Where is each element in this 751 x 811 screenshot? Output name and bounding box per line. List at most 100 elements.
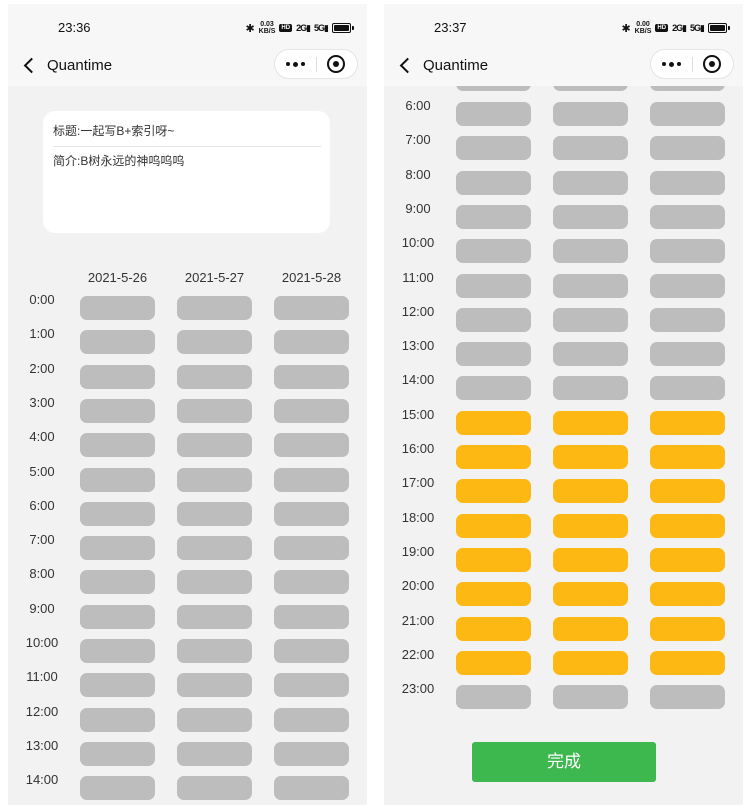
time-slot[interactable] <box>553 376 628 401</box>
time-slot[interactable] <box>274 570 349 595</box>
time-slot[interactable] <box>650 616 725 641</box>
time-slot[interactable] <box>456 136 531 161</box>
target-close-icon[interactable] <box>703 55 721 73</box>
time-slot[interactable] <box>650 204 725 229</box>
time-slot[interactable] <box>456 273 531 298</box>
time-slot[interactable] <box>177 433 252 458</box>
time-slot[interactable] <box>553 547 628 572</box>
time-slot[interactable] <box>80 741 155 766</box>
time-slot[interactable] <box>553 479 628 504</box>
time-slot[interactable] <box>553 136 628 161</box>
time-slot[interactable] <box>456 479 531 504</box>
time-slot[interactable] <box>553 170 628 195</box>
time-slot[interactable] <box>456 650 531 675</box>
time-slot[interactable] <box>456 342 531 367</box>
time-slot[interactable] <box>80 707 155 732</box>
time-slot[interactable] <box>650 445 725 469</box>
time-slot[interactable] <box>177 501 252 526</box>
time-slot[interactable] <box>274 501 349 526</box>
time-slot[interactable] <box>650 170 725 195</box>
time-slot[interactable] <box>456 513 531 538</box>
time-slot[interactable] <box>177 364 252 389</box>
time-slot[interactable] <box>650 410 725 435</box>
time-slot[interactable] <box>650 582 725 607</box>
time-slot[interactable] <box>553 445 628 469</box>
time-slot[interactable] <box>553 650 628 675</box>
time-slot[interactable] <box>456 547 531 572</box>
time-slot[interactable] <box>456 376 531 401</box>
time-slot[interactable] <box>553 307 628 332</box>
time-slot[interactable] <box>650 547 725 572</box>
done-button[interactable]: 完成 <box>472 742 656 782</box>
time-slot[interactable] <box>650 685 725 710</box>
time-slot[interactable] <box>177 776 252 801</box>
more-dots-icon[interactable] <box>651 50 692 78</box>
time-slot[interactable] <box>553 685 628 710</box>
time-slot[interactable] <box>553 616 628 641</box>
time-slot[interactable] <box>456 102 531 126</box>
time-slot[interactable] <box>80 467 155 492</box>
time-slot[interactable] <box>456 307 531 332</box>
time-slot[interactable] <box>553 204 628 229</box>
time-slot[interactable] <box>650 479 725 504</box>
time-slot[interactable] <box>274 296 349 320</box>
time-slot[interactable] <box>80 398 155 423</box>
time-slot[interactable] <box>177 570 252 595</box>
time-slot[interactable] <box>456 445 531 469</box>
time-slot[interactable] <box>80 536 155 561</box>
time-slot[interactable] <box>553 273 628 298</box>
chevron-left-icon[interactable] <box>20 53 42 77</box>
time-slot[interactable] <box>650 376 725 401</box>
time-slot[interactable] <box>650 342 725 367</box>
chevron-left-icon[interactable] <box>396 53 418 77</box>
time-slot[interactable] <box>80 639 155 663</box>
time-slot[interactable] <box>274 639 349 663</box>
time-slot[interactable] <box>553 102 628 126</box>
time-slot[interactable] <box>553 410 628 435</box>
time-slot[interactable] <box>274 433 349 458</box>
time-slot[interactable] <box>553 342 628 367</box>
time-slot[interactable] <box>274 741 349 766</box>
time-slot[interactable] <box>80 570 155 595</box>
time-slot[interactable] <box>650 102 725 126</box>
time-slot[interactable] <box>274 364 349 389</box>
time-slot[interactable] <box>274 398 349 423</box>
time-slot[interactable] <box>456 616 531 641</box>
time-slot[interactable] <box>650 239 725 264</box>
time-slot[interactable] <box>650 307 725 332</box>
time-slot[interactable] <box>177 639 252 663</box>
time-slot[interactable] <box>80 296 155 320</box>
time-slot[interactable] <box>456 582 531 607</box>
time-slot[interactable] <box>177 673 252 698</box>
time-slot[interactable] <box>177 398 252 423</box>
time-slot[interactable] <box>80 673 155 698</box>
time-slot[interactable] <box>456 239 531 264</box>
time-slot[interactable] <box>650 650 725 675</box>
time-slot[interactable] <box>80 604 155 629</box>
time-slot[interactable] <box>177 296 252 320</box>
time-slot[interactable] <box>456 410 531 435</box>
time-slot[interactable] <box>456 170 531 195</box>
time-slot[interactable] <box>80 330 155 355</box>
time-slot[interactable] <box>650 513 725 538</box>
time-slot[interactable] <box>553 513 628 538</box>
time-slot[interactable] <box>650 273 725 298</box>
time-slot[interactable] <box>456 685 531 710</box>
target-close-icon[interactable] <box>327 55 345 73</box>
time-slot[interactable] <box>274 707 349 732</box>
time-slot[interactable] <box>456 204 531 229</box>
time-slot[interactable] <box>650 136 725 161</box>
time-slot[interactable] <box>274 776 349 801</box>
time-slot[interactable] <box>274 673 349 698</box>
time-slot[interactable] <box>553 239 628 264</box>
time-slot[interactable] <box>274 536 349 561</box>
time-slot[interactable] <box>274 604 349 629</box>
time-slot[interactable] <box>80 501 155 526</box>
time-slot[interactable] <box>274 467 349 492</box>
time-slot[interactable] <box>80 364 155 389</box>
time-slot[interactable] <box>80 776 155 801</box>
more-dots-icon[interactable] <box>275 50 316 78</box>
time-slot[interactable] <box>274 330 349 355</box>
time-slot[interactable] <box>177 604 252 629</box>
time-slot[interactable] <box>177 467 252 492</box>
